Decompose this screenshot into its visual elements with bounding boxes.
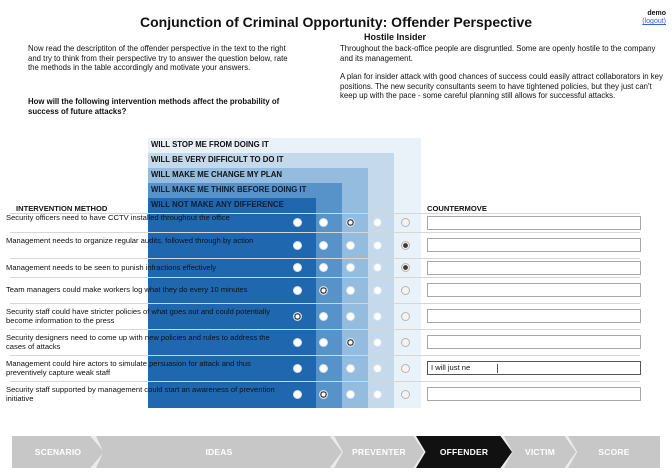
rating-radio[interactable] [292, 240, 302, 250]
rating-radio[interactable] [372, 311, 382, 321]
rating-radio[interactable] [400, 218, 410, 227]
step-victim[interactable]: VICTIM [504, 436, 576, 468]
rating-radio[interactable] [345, 263, 355, 272]
countermove-input[interactable] [427, 238, 641, 252]
countermove-input[interactable] [427, 335, 641, 349]
countermove-input[interactable] [427, 309, 641, 323]
intervention-method: Security staff supported by management c… [6, 384, 275, 403]
rating-radio[interactable] [372, 337, 382, 347]
rating-radio[interactable] [318, 285, 328, 295]
rating-radio[interactable] [345, 363, 355, 373]
rating-radio[interactable] [318, 311, 328, 321]
persona-description: Throughout the back-office people are di… [340, 44, 666, 110]
countermove-input[interactable] [427, 387, 641, 401]
rating-radio[interactable] [345, 218, 355, 227]
logout-link[interactable]: (logout) [642, 18, 666, 26]
rating-radio[interactable] [318, 263, 328, 272]
rating-radio[interactable] [372, 263, 382, 272]
rating-radio[interactable] [400, 240, 410, 250]
rating-radio[interactable] [292, 285, 302, 295]
rating-radio[interactable] [318, 389, 328, 399]
rating-radio[interactable] [400, 337, 410, 347]
rating-radio[interactable] [372, 240, 382, 250]
rating-radio[interactable] [400, 363, 410, 373]
user-menu: demo (logout) [642, 10, 666, 26]
text-cursor-icon [497, 363, 498, 373]
intervention-method: Management needs to organize regular aud… [6, 235, 254, 245]
rating-radio[interactable] [345, 285, 355, 295]
countermove-input[interactable]: I will just ne [427, 361, 641, 375]
step-scenario[interactable]: SCENARIO [12, 436, 104, 468]
intervention-method: Team managers could make workers log wha… [6, 285, 248, 295]
step-preventer[interactable]: PREVENTER [334, 436, 424, 468]
rating-radio[interactable] [400, 389, 410, 399]
rating-radio[interactable] [372, 285, 382, 295]
persona-title: Hostile Insider [363, 32, 426, 42]
step-navigation: SCENARIO IDEAS PREVENTER OFFENDER VICTIM SCOR… [12, 436, 660, 468]
step-offender[interactable]: OFFENDER [416, 436, 512, 468]
persona-paragraph: Throughout the back-office people are di… [340, 44, 656, 63]
rating-radio[interactable] [292, 263, 302, 272]
method-column-header: INTERVENTION METHOD [16, 204, 108, 213]
rating-radio[interactable] [345, 240, 355, 250]
persona-paragraph: A plan for insider attack with good chan… [340, 72, 663, 101]
countermove-input[interactable] [427, 215, 641, 230]
page-title: Conjunction of Criminal Opportunity: Off… [139, 14, 533, 30]
username: demo [647, 10, 666, 17]
rating-radio[interactable] [318, 363, 328, 373]
scale-label: WILL BE VERY DIFFICULT TO DO IT [151, 155, 284, 164]
rating-radio[interactable] [345, 311, 355, 321]
rating-radio[interactable] [318, 218, 328, 227]
scale-label: WILL MAKE ME THINK BEFORE DOING IT [151, 185, 307, 194]
scale-label: WILL NOT MAKE ANY DIFFERENCE [151, 200, 284, 209]
intervention-method: Security officers need to have CCTV inst… [6, 213, 230, 223]
instructions-text: Now read the descriptiton of the offende… [28, 44, 288, 73]
rating-radio[interactable] [372, 363, 382, 373]
countermove-column-header: COUNTERMOVE [427, 204, 487, 213]
intervention-method: Management could hire actors to simulate… [6, 358, 251, 377]
rating-radio[interactable] [372, 218, 382, 227]
rating-radio[interactable] [400, 263, 410, 272]
question-text: How will the following intervention meth… [28, 97, 280, 116]
step-score[interactable]: SCORE [568, 436, 660, 468]
rating-radio[interactable] [372, 389, 382, 399]
scale-label: WILL STOP ME FROM DOING IT [151, 140, 269, 149]
rating-radio[interactable] [292, 363, 302, 373]
rating-radio[interactable] [318, 337, 328, 347]
rating-radio[interactable] [345, 337, 355, 347]
rating-radio[interactable] [292, 337, 302, 347]
rating-radio[interactable] [318, 240, 328, 250]
step-ideas[interactable]: IDEAS [96, 436, 342, 468]
intervention-method: Security staff could have stricter polic… [6, 306, 271, 325]
rating-radio[interactable] [400, 285, 410, 295]
rating-radio[interactable] [345, 389, 355, 399]
intervention-method: Security designers need to come up with … [6, 332, 270, 351]
rating-radio[interactable] [292, 389, 302, 399]
scale-label: WILL MAKE ME CHANGE MY PLAN [151, 170, 282, 179]
rating-radio[interactable] [292, 218, 302, 227]
rating-radio[interactable] [400, 311, 410, 321]
rating-radio[interactable] [292, 311, 302, 321]
countermove-input[interactable] [427, 283, 641, 297]
intervention-method: Management needs to be seen to punish in… [6, 262, 217, 272]
countermove-input[interactable] [427, 260, 641, 275]
